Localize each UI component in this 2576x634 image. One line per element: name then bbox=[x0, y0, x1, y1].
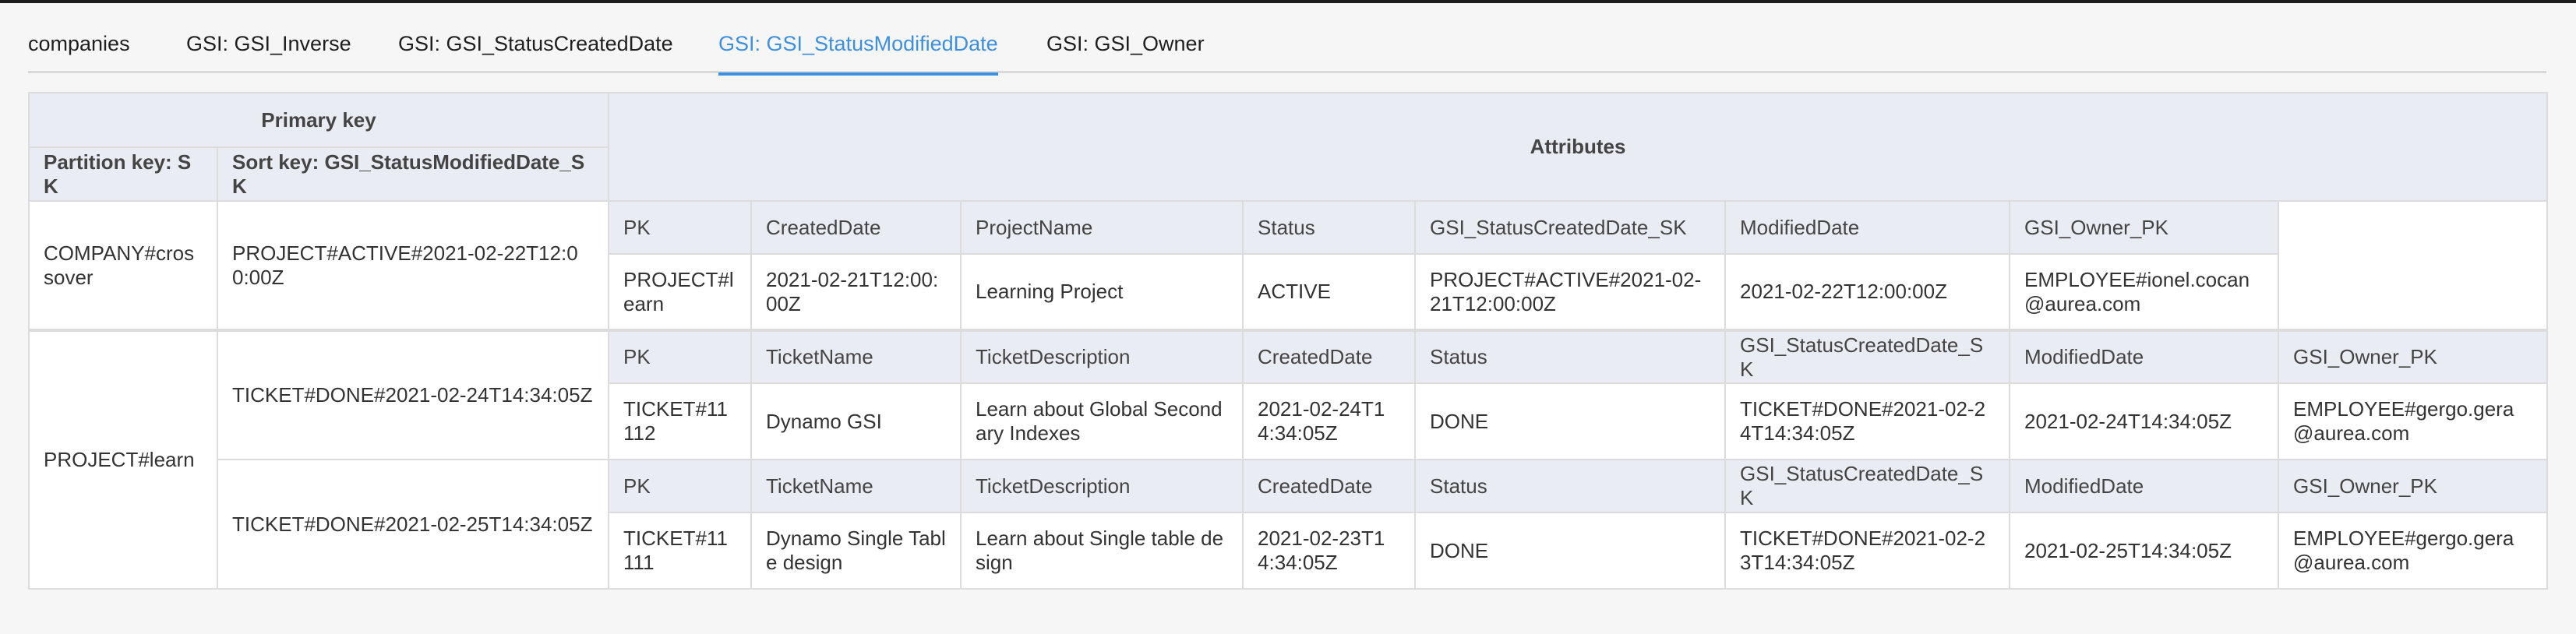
sort-key-cell[interactable]: PROJECT#ACTIVE#2021-02-22T12:00:00Z bbox=[216, 200, 610, 331]
attribute-value[interactable]: PROJECT#learn bbox=[608, 253, 753, 331]
attribute-value[interactable]: Learn about Single table design bbox=[960, 512, 1244, 590]
attribute-name: Status bbox=[1414, 459, 1727, 513]
attribute-value[interactable]: 2021-02-24T14:34:05Z bbox=[2009, 382, 2280, 460]
partition-key-cell[interactable]: COMPANY#crossover bbox=[28, 200, 218, 331]
attribute-value[interactable]: DONE bbox=[1414, 382, 1727, 460]
attribute-name: GSI_StatusCreatedDate_SK bbox=[1724, 459, 2011, 513]
attribute-name: TicketName bbox=[750, 329, 962, 384]
tab-gsi-status-modified-date[interactable]: GSI: GSI_StatusModifiedDate bbox=[718, 28, 998, 76]
attribute-value[interactable]: 2021-02-22T12:00:00Z bbox=[1724, 253, 2011, 331]
sort-key-cell[interactable]: TICKET#DONE#2021-02-24T14:34:05Z bbox=[216, 329, 610, 460]
attribute-value[interactable]: TICKET#DONE#2021-02-23T14:34:05Z bbox=[1724, 512, 2011, 590]
tab-companies[interactable]: companies bbox=[28, 28, 130, 73]
attribute-name: Status bbox=[1242, 200, 1417, 255]
attribute-value[interactable]: Learn about Global Secondary Indexes bbox=[960, 382, 1244, 460]
attribute-name: GSI_Owner_PK bbox=[2278, 459, 2549, 513]
empty-cell bbox=[2278, 200, 2549, 331]
attribute-name: PK bbox=[608, 200, 753, 255]
attribute-value[interactable]: 2021-02-23T14:34:05Z bbox=[1242, 512, 1417, 590]
primary-key-header: Primary key bbox=[27, 92, 610, 148]
tab-gsi-inverse[interactable]: GSI: GSI_Inverse bbox=[186, 28, 351, 73]
attribute-value[interactable]: 2021-02-24T14:34:05Z bbox=[1242, 382, 1417, 460]
attribute-value[interactable]: TICKET#11111 bbox=[608, 512, 753, 590]
data-table: Primary key Attributes Partition key: SK… bbox=[27, 92, 2549, 590]
attribute-value[interactable]: ACTIVE bbox=[1242, 253, 1417, 331]
attribute-name: PK bbox=[608, 459, 753, 513]
attribute-name: ModifiedDate bbox=[1724, 200, 2011, 255]
sort-key-header: Sort key: GSI_StatusModifiedDate_SK bbox=[216, 146, 610, 202]
attribute-value[interactable]: EMPLOYEE#gergo.gera@aurea.com bbox=[2278, 382, 2549, 460]
attribute-value[interactable]: Dynamo Single Table design bbox=[750, 512, 962, 590]
attribute-name: Status bbox=[1414, 329, 1727, 384]
attribute-value[interactable]: TICKET#DONE#2021-02-24T14:34:05Z bbox=[1724, 382, 2011, 460]
attribute-name: CreatedDate bbox=[1242, 459, 1417, 513]
attribute-name: GSI_StatusCreatedDate_SK bbox=[1414, 200, 1727, 255]
attribute-value[interactable]: Dynamo GSI bbox=[750, 382, 962, 460]
attribute-value[interactable]: PROJECT#ACTIVE#2021-02-21T12:00:00Z bbox=[1414, 253, 1727, 331]
attribute-name: GSI_Owner_PK bbox=[2278, 329, 2549, 384]
attribute-name: TicketDescription bbox=[960, 329, 1244, 384]
attribute-value[interactable]: 2021-02-21T12:00:00Z bbox=[750, 253, 962, 331]
attribute-value[interactable]: EMPLOYEE#ionel.cocan@aurea.com bbox=[2009, 253, 2280, 331]
attribute-name: TicketDescription bbox=[960, 459, 1244, 513]
attribute-name: ModifiedDate bbox=[2009, 459, 2280, 513]
attribute-name: CreatedDate bbox=[750, 200, 962, 255]
attribute-name: ModifiedDate bbox=[2009, 329, 2280, 384]
attribute-name: PK bbox=[608, 329, 753, 384]
tab-gsi-status-created-date[interactable]: GSI: GSI_StatusCreatedDate bbox=[398, 28, 673, 73]
attribute-name: TicketName bbox=[750, 459, 962, 513]
partition-key-header: Partition key: SK bbox=[28, 146, 218, 202]
partition-key-cell[interactable]: PROJECT#learn bbox=[28, 329, 218, 590]
attribute-value[interactable]: EMPLOYEE#gergo.gera@aurea.com bbox=[2278, 512, 2549, 590]
table-tabs: companies GSI: GSI_Inverse GSI: GSI_Stat… bbox=[28, 28, 2546, 76]
attribute-name: ProjectName bbox=[960, 200, 1244, 255]
attribute-name: CreatedDate bbox=[1242, 329, 1417, 384]
attribute-value[interactable]: DONE bbox=[1414, 512, 1727, 590]
window-top-bar bbox=[0, 0, 2576, 3]
attribute-value[interactable]: 2021-02-25T14:34:05Z bbox=[2009, 512, 2280, 590]
attributes-header: Attributes bbox=[608, 92, 2549, 202]
tab-gsi-owner[interactable]: GSI: GSI_Owner bbox=[1046, 28, 1205, 73]
attribute-name: GSI_Owner_PK bbox=[2009, 200, 2280, 255]
attribute-name: GSI_StatusCreatedDate_SK bbox=[1724, 329, 2011, 384]
sort-key-cell[interactable]: TICKET#DONE#2021-02-25T14:34:05Z bbox=[216, 459, 610, 590]
attribute-value[interactable]: TICKET#11112 bbox=[608, 382, 753, 460]
attribute-value[interactable]: Learning Project bbox=[960, 253, 1244, 331]
